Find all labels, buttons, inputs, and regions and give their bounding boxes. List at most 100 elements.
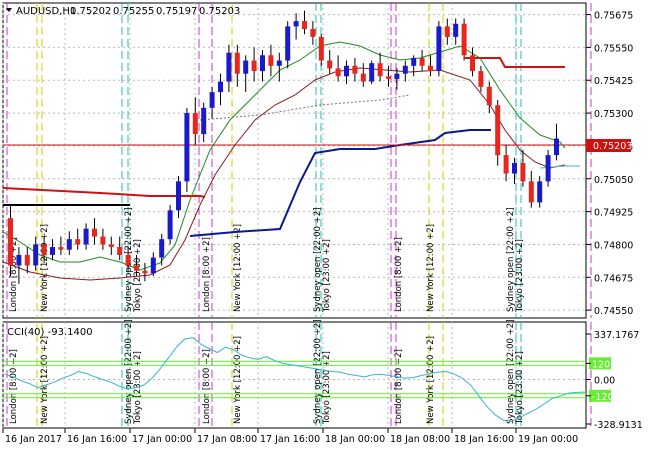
candle-bull [260, 55, 265, 72]
session-label: London [8:00 +2] [202, 237, 212, 312]
candle-bull [201, 107, 207, 135]
candle-bull [545, 155, 551, 182]
session-label: New York [12:00 +2] [233, 224, 243, 312]
candle-bull [537, 181, 543, 203]
candle-bull [285, 26, 291, 61]
candle-bull [83, 228, 89, 245]
session-label: London [8:00 +2] [202, 349, 212, 424]
ohlc-open: 0.75202 [70, 6, 111, 17]
cci-axis-label: -120 [592, 392, 614, 403]
candle-bear [234, 52, 240, 74]
candle-bear [470, 55, 475, 72]
candle-bear [495, 105, 501, 156]
chart-canvas[interactable]: London [8:00 +2] London [8:00 +2] New York… [0, 0, 660, 450]
price-panel[interactable] [2, 2, 587, 319]
candle-bear [58, 247, 64, 250]
candle-bear [125, 254, 131, 266]
candle-bull [16, 254, 22, 266]
candle-bear [377, 63, 383, 77]
time-axis-label: 18 Jan 16:00 [454, 434, 514, 445]
price-axis-label: 0.74800 [594, 240, 633, 251]
candle-bear [428, 65, 433, 72]
session-label: Tokyo [23:00 +2] [515, 239, 525, 313]
candle-bear [318, 36, 324, 61]
session-label: London [8:00 +2] [394, 237, 404, 312]
price-axis-label: 0.74925 [594, 208, 633, 219]
price-axis-label: 0.74550 [594, 306, 633, 317]
candle-bull [209, 92, 215, 108]
candle-bull [176, 181, 181, 211]
candle-bull [293, 21, 299, 27]
price-axis-label: 0.75425 [594, 76, 633, 87]
candle-bull [66, 239, 72, 250]
candle-bear [117, 247, 123, 255]
candle-bear [108, 244, 114, 248]
candle-bull [50, 247, 55, 255]
cci-axis-label: 120 [592, 359, 610, 370]
candle-bear [41, 244, 47, 255]
time-axis-label: 16 Jan 16:00 [67, 434, 127, 445]
cci-axis-label: -328.9131 [594, 420, 643, 431]
current-price-label: 0.75203 [593, 141, 632, 152]
symbol-header: AUDUSD,H1 [16, 6, 76, 17]
trading-chart-window[interactable]: London [8:00 +2] London [8:00 +2] New York… [0, 0, 660, 450]
candle-bull [344, 65, 349, 77]
candle-bear [24, 254, 30, 266]
ohlc-low: 0.75197 [156, 6, 197, 17]
price-axis-label: 0.75050 [594, 175, 633, 186]
ohlc-high: 0.75255 [113, 6, 154, 17]
candle-bull [394, 73, 400, 79]
cci-axis-label: 0.00 [594, 376, 615, 387]
ohlc-close: 0.75203 [199, 6, 240, 17]
candle-bull [402, 65, 408, 74]
session-label: London [8:00 +2] [9, 349, 19, 424]
price-axis-label: 0.75550 [594, 43, 633, 54]
candle-bear [75, 239, 81, 245]
candle-bull [226, 52, 232, 82]
candle-bear [486, 86, 492, 106]
candle-bear [386, 76, 391, 79]
time-axis-label: 17 Jan 00:00 [132, 434, 192, 445]
candle-bull [184, 113, 190, 182]
session-label: New York [12:00 +2] [40, 224, 50, 312]
candle-bear [352, 65, 358, 74]
candle-bull [159, 239, 165, 258]
candle-bear [8, 218, 13, 266]
candle-bear [268, 55, 274, 66]
candle-bear [92, 228, 97, 237]
time-axis-label: 17 Jan 16:00 [260, 434, 320, 445]
candle-bear [327, 60, 333, 69]
candle-bull [411, 57, 417, 66]
candle-bear [461, 23, 467, 56]
candle-bear [520, 163, 526, 182]
candle-bear [528, 181, 534, 203]
candle-bear [335, 68, 341, 77]
candle-bull [512, 163, 517, 174]
candle-bear [444, 26, 450, 37]
candle-bear [503, 155, 509, 174]
candle-bear [302, 21, 307, 30]
candle-bull [436, 26, 442, 72]
time-axis-label: 16 Jan 2017 [5, 434, 62, 445]
candle-bear [360, 73, 366, 82]
candle-bull [369, 63, 375, 82]
session-label: London [8:00 +2] [394, 349, 404, 424]
candle-bull [33, 244, 39, 266]
session-label: Tokyo [23:00 +2] [515, 351, 525, 425]
candle-bear [192, 113, 198, 135]
session-label: Tokyo [23:00 +2] [322, 351, 332, 425]
session-label: New York [12:00 +2] [426, 224, 436, 312]
candle-bull [150, 257, 156, 274]
time-axis-label: 18 Jan 08:00 [390, 434, 450, 445]
cci-axis-label: 337.1767 [594, 330, 639, 341]
time-axis-label: 18 Jan 00:00 [325, 434, 385, 445]
candle-bull [276, 60, 282, 66]
candle-bear [100, 236, 106, 245]
candle-bear [478, 71, 484, 87]
candle-bear [142, 270, 148, 274]
session-label: Tokyo [23:00 +2] [322, 239, 332, 313]
candle-bull [218, 81, 223, 93]
candle-bull [453, 23, 459, 37]
candle-bull [243, 60, 249, 74]
price-axis-label: 0.74675 [594, 273, 633, 284]
